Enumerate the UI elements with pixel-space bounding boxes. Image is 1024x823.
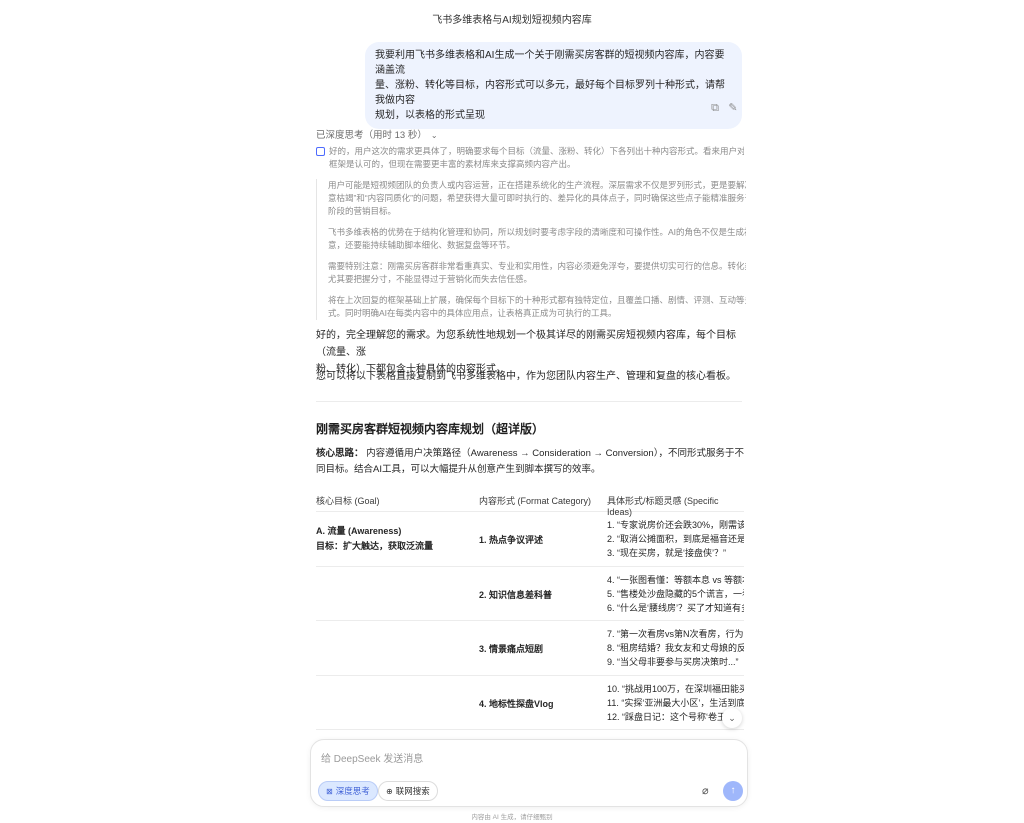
content-table: 核心目标 (Goal) 内容形式 (Format Category) 具体形式/…: [316, 488, 744, 730]
thinking-line: 用户可能是短视频团队的负责人或内容运营，正在搭建系统化的生产流程。深层需求不仅是…: [328, 180, 746, 190]
thinking-line: 框架是认可的，但现在需要更丰富的素材库来支撑高频内容产出。: [329, 159, 576, 169]
core-idea-text: 内容遵循用户决策路径（Awareness → Consideration → C…: [363, 448, 744, 459]
divider: [316, 401, 742, 402]
thinking-line: 式。同时明确AI在每类内容中的具体应用点，让表格真正成为可执行的工具。: [328, 308, 617, 318]
user-message-line: 我要利用飞书多维表格和AI生成一个关于刚需买房客群的短视频内容库，内容要涵盖流: [375, 50, 725, 76]
message-actions: ⧉ ✎: [704, 98, 744, 115]
thinking-line: 飞书多维表格的优势在于结构化管理和协同，所以规划时要考虑字段的清晰度和可操作性。…: [328, 227, 746, 237]
ideas-cell: 4. “一张图看懂：等额本息 vs 等额本 5. “售楼处沙盘隐藏的5个谎言，一…: [607, 573, 744, 615]
thinking-line: 意，还要能持续辅助脚本细化、数据复盘等环节。: [328, 240, 516, 250]
deep-think-label: 深度思考: [335, 786, 370, 796]
table-row: 4. 地标性探盘Vlog 10. “挑战用100万，在深圳福田能买 11. “实…: [316, 676, 744, 730]
thinking-line: 将在上次回复的框架基础上扩展，确保每个目标下的十种形式都有独特定位，且覆盖口播、…: [328, 295, 746, 305]
arrow-up-icon: ↑: [730, 785, 736, 796]
thinking-content: 好的，用户这次的需求更具体了，明确要求每个目标（流量、涨粉、转化）下各列出十种内…: [316, 145, 746, 320]
format-cell: 1. 热点争议评述: [479, 535, 544, 545]
thinking-toggle[interactable]: 已深度思考（用时 13 秒） ⌄: [316, 127, 438, 141]
edit-icon[interactable]: ✎: [726, 101, 740, 115]
thinking-line: 尤其要把握分寸，不能显得过于营销化而失去信任感。: [328, 274, 533, 284]
deep-think-toggle[interactable]: ⊠ 深度思考: [318, 781, 378, 801]
answer-paragraph: 您可以将以下表格直接复制到飞书多维表格中，作为您团队内容生产、管理和复盘的核心看…: [316, 371, 736, 382]
chevron-down-icon: ⌄: [430, 131, 438, 140]
idea-line: 10. “挑战用100万，在深圳福田能买: [607, 683, 744, 694]
message-composer: 给 DeepSeek 发送消息 ⊠ 深度思考 ⊕ 联网搜索 ⌀ ↑: [310, 739, 748, 807]
web-search-toggle[interactable]: ⊕ 联网搜索: [378, 781, 438, 801]
table-row: A. 流量 (Awareness) 目标：扩大触达，获取泛流量 1. 热点争议评…: [316, 512, 744, 567]
idea-line: 4. “一张图看懂：等额本息 vs 等额本: [607, 574, 744, 585]
user-message: 我要利用飞书多维表格和AI生成一个关于刚需买房客群的短视频内容库，内容要涵盖流 …: [365, 42, 742, 129]
section-heading: 刚需买房客群短视频内容库规划（超详版）: [316, 422, 545, 436]
web-search-label: 联网搜索: [395, 786, 430, 796]
send-button[interactable]: ↑: [723, 781, 743, 801]
copy-icon[interactable]: ⧉: [708, 101, 722, 115]
table-row: 3. 情景痛点短剧 7. “第一次看房vs第N次看房，行为变 8. “租房结婚？…: [316, 621, 744, 676]
thinking-line: 好的，用户这次的需求更具体了，明确要求每个目标（流量、涨粉、转化）下各列出十种内…: [329, 146, 744, 156]
page-title: 飞书多维表格与AI规划短视频内容库: [432, 15, 592, 26]
idea-line: 3. “现在买房，就是‘接盘侠’？”: [607, 548, 727, 558]
core-idea-text: 同目标。结合AI工具，可以大幅提升从创意产生到脚本撰写的效率。: [316, 464, 601, 475]
goal-title: A. 流量 (Awareness): [316, 526, 402, 536]
ideas-cell: 7. “第一次看房vs第N次看房，行为变 8. “租房结婚？我女友和丈母娘的反应…: [607, 627, 744, 669]
idea-line: 5. “售楼处沙盘隐藏的5个谎言，一看: [607, 588, 744, 599]
thinking-line: 需要特别注意：刚需买房客群非常看重真实、专业和实用性，内容必须避免浮夸，要提供切…: [328, 261, 746, 271]
attachment-icon[interactable]: ⌀: [702, 784, 709, 797]
thinking-first-paragraph: 好的，用户这次的需求更具体了，明确要求每个目标（流量、涨粉、转化）下各列出十种内…: [316, 145, 744, 171]
thinking-paragraph: 需要特别注意：刚需买房客群非常看重真实、专业和实用性，内容必须避免浮夸，要提供切…: [328, 260, 746, 286]
core-idea-label: 核心思路：: [316, 448, 364, 459]
idea-line: 11. “实探‘亚洲最大小区’，生活到底: [607, 697, 744, 708]
thinking-paragraph: 将在上次回复的框架基础上扩展，确保每个目标下的十种形式都有独特定位，且覆盖口播、…: [328, 294, 746, 320]
deepthink-icon: [316, 147, 325, 156]
format-cell: 4. 地标性探盘Vlog: [479, 698, 554, 709]
core-idea: 核心思路： 内容遵循用户决策路径（Awareness → Considerati…: [316, 446, 744, 478]
column-header: 内容形式 (Format Category): [479, 496, 592, 506]
column-header: 核心目标 (Goal): [316, 496, 380, 506]
idea-line: 8. “租房结婚？我女友和丈母娘的反应: [607, 643, 744, 653]
thinking-paragraph: 飞书多维表格的优势在于结构化管理和协同，所以规划时要考虑字段的清晰度和可操作性。…: [328, 226, 746, 252]
goal-cell: A. 流量 (Awareness) 目标：扩大触达，获取泛流量: [316, 524, 476, 554]
thinking-paragraph: 用户可能是短视频团队的负责人或内容运营，正在搭建系统化的生产流程。深层需求不仅是…: [328, 179, 746, 218]
user-message-line: 规划，以表格的形式呈现: [375, 110, 485, 121]
table-row: 2. 知识信息差科普 4. “一张图看懂：等额本息 vs 等额本 5. “售楼处…: [316, 567, 744, 621]
thinking-line: 意枯竭”和“内容同质化”的问题，希望获得大量可即时执行的、差异化的具体点子，同时…: [328, 193, 746, 203]
idea-line: 6. “什么是‘腰线房’？买了才知道有多: [607, 602, 744, 613]
format-cell: 2. 知识信息差科普: [479, 589, 553, 600]
thinking-body: 用户可能是短视频团队的负责人或内容运营，正在搭建系统化的生产流程。深层需求不仅是…: [316, 179, 746, 320]
disclaimer: 内容由 AI 生成，请仔细甄别: [471, 814, 553, 821]
idea-line: 2. “取消公摊面积，到底是福音还是: [607, 534, 744, 544]
top-bar: 飞书多维表格与AI规划短视频内容库: [0, 0, 1024, 32]
idea-line: 9. “当父母非要参与买房决策时...”: [607, 657, 739, 667]
ideas-cell: 1. “专家说房价还会跌30%，刚需该 2. “取消公摊面积，到底是福音还是 3…: [607, 518, 744, 560]
idea-line: 1. “专家说房价还会跌30%，刚需该: [607, 520, 744, 530]
thinking-line: 阶段的营销目标。: [328, 206, 397, 216]
goal-subtitle: 目标：扩大触达，获取泛流量: [316, 541, 434, 551]
globe-icon: ⊕: [386, 787, 393, 796]
scroll-to-bottom-button[interactable]: ⌄: [722, 708, 742, 728]
answer-line: 好的，完全理解您的需求。为您系统性地规划一个极其详尽的刚需买房短视频内容库，每个…: [316, 330, 736, 358]
idea-line: 7. “第一次看房vs第N次看房，行为变: [607, 629, 744, 639]
chevron-down-icon: ⌄: [728, 713, 736, 723]
message-input[interactable]: 给 DeepSeek 发送消息: [321, 750, 423, 765]
thinking-header-label: 已深度思考（用时 13 秒）: [316, 130, 427, 141]
deepthink-icon: ⊠: [326, 787, 333, 796]
format-cell: 3. 情景痛点短剧: [479, 644, 544, 654]
user-message-line: 量、涨粉、转化等目标，内容形式可以多元，最好每个目标罗列十种形式，请帮我做内容: [375, 80, 725, 106]
table-header: 核心目标 (Goal) 内容形式 (Format Category) 具体形式/…: [316, 488, 744, 517]
